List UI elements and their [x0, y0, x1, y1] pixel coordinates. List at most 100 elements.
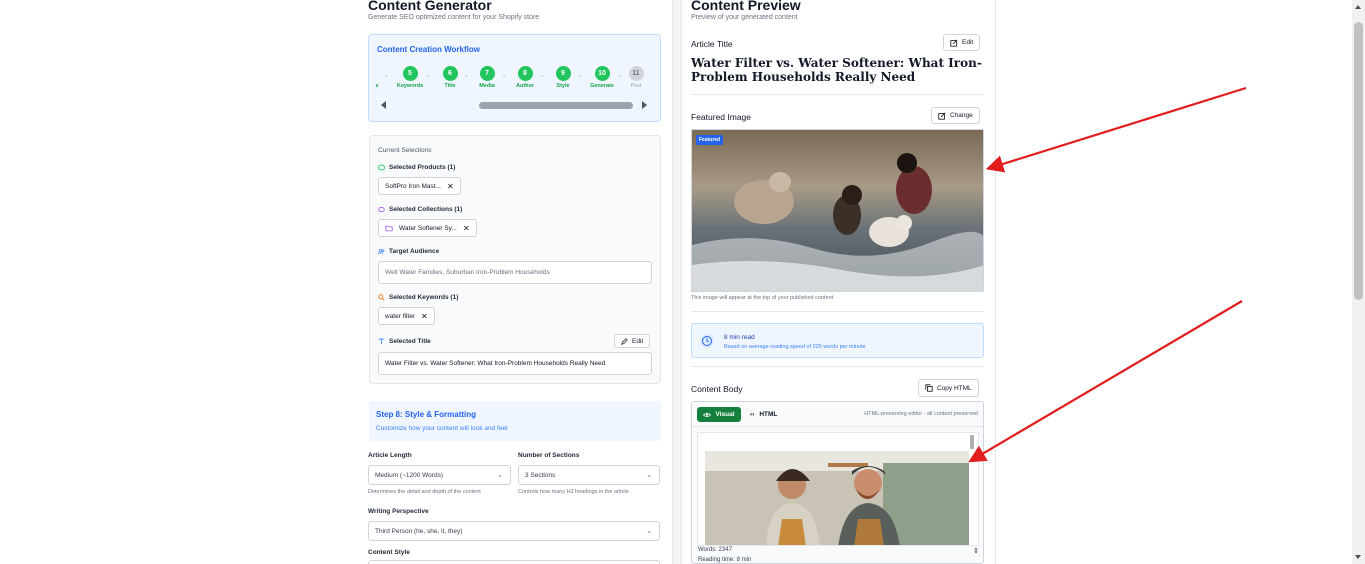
featured-image-label: Featured Image	[691, 112, 752, 122]
package-icon	[378, 164, 385, 171]
workflow-step-post[interactable]: 11 Post	[621, 66, 651, 89]
editor-canvas[interactable]	[697, 432, 979, 546]
content-style-label: Content Style	[368, 549, 410, 556]
workflow-step-media[interactable]: 7 Media	[472, 66, 502, 89]
step8-header: Step 8: Style & Formatting Customize how…	[369, 401, 661, 441]
copy-icon	[925, 384, 933, 392]
content-editor: Visual ‹› HTML HTML-preserving editor - …	[691, 401, 984, 564]
scroll-up-icon[interactable]	[1355, 5, 1361, 9]
edit-title-button[interactable]: Edit	[614, 334, 651, 348]
content-style-select[interactable]	[368, 560, 660, 564]
tab-html[interactable]: ‹› HTML	[750, 407, 777, 422]
featured-badge: Featured	[696, 135, 724, 145]
perspective-select[interactable]: Third Person (he, she, it, they) ⌄	[368, 521, 660, 541]
article-length-select[interactable]: Medium (~1200 Words) ⌄	[368, 465, 511, 485]
chevron-down-icon: ⌄	[497, 472, 503, 479]
workflow-step-style[interactable]: 9 Style	[548, 66, 578, 89]
preview-subtitle: Preview of your generated content	[691, 14, 798, 21]
editor-note: HTML-preserving editor - all content pre…	[864, 411, 978, 417]
remove-product-icon[interactable]: ✕	[447, 182, 454, 191]
article-title: Water Filter vs. Water Softener: What Ir…	[691, 56, 982, 84]
edit-article-title-button[interactable]: Edit	[943, 34, 981, 51]
editor-reading-time: Reading time: 8 min	[698, 557, 752, 563]
resize-stepper-icon[interactable]: ⇕	[973, 547, 979, 555]
featured-image: Featured	[691, 129, 984, 292]
users-icon	[378, 248, 385, 255]
reading-time: 8 min read	[724, 334, 755, 341]
text-icon	[378, 338, 385, 345]
divider	[691, 366, 984, 367]
workflow-scroll-thumb[interactable]	[479, 102, 633, 109]
sections-help: Controls how many H2 headings in the art…	[518, 489, 629, 495]
search-icon	[378, 294, 385, 301]
workflow-step-generate[interactable]: 10 Generate	[587, 66, 617, 89]
remove-keyword-icon[interactable]: ✕	[421, 312, 428, 321]
keyword-chip: water filter ✕	[378, 307, 435, 325]
generator-subtitle: Generate SEO optimized content for your …	[368, 14, 540, 21]
chevron-down-icon: ⌄	[646, 528, 652, 535]
content-body-label: Content Body	[691, 384, 743, 394]
scroll-down-icon[interactable]	[1355, 555, 1361, 559]
perspective-label: Writing Perspective	[368, 508, 429, 515]
target-audience-label: Target Audience	[389, 248, 440, 255]
workflow-panel: Content Creation Workflow s - 5 Keywords…	[368, 34, 661, 122]
change-image-button[interactable]: Change	[931, 107, 980, 124]
product-chip: SoftPro Iron Mast... ✕	[378, 177, 461, 195]
scroll-right-icon[interactable]	[642, 101, 647, 109]
edit-icon	[938, 112, 946, 120]
divider	[691, 94, 984, 95]
word-count: Words: 2347	[698, 547, 732, 553]
collection-icon	[378, 206, 385, 213]
step8-subtitle: Customize how your content will look and…	[376, 425, 508, 432]
divider	[691, 311, 984, 312]
scroll-left-icon[interactable]	[381, 101, 386, 109]
remove-collection-icon[interactable]: ✕	[463, 224, 470, 233]
workflow-title: Content Creation Workflow	[377, 45, 480, 54]
generator-title: Content Generator	[368, 0, 492, 13]
editor-toolbar: Visual ‹› HTML HTML-preserving editor - …	[692, 402, 983, 427]
folder-icon	[385, 225, 393, 231]
target-audience-field[interactable]: Well Water Families, Suburban Iron-Probl…	[378, 261, 652, 284]
workflow-step-title[interactable]: 6 Title	[435, 66, 465, 89]
page-scroll-thumb[interactable]	[1354, 22, 1363, 300]
reading-time-box: 8 min read Based on average reading spee…	[691, 323, 984, 358]
page-scrollbar[interactable]	[1352, 0, 1365, 564]
body-image	[698, 433, 978, 545]
workflow-scrollbar[interactable]	[379, 100, 647, 111]
collection-chip: Water Softener Sy... ✕	[378, 219, 477, 237]
preview-title: Content Preview	[691, 0, 801, 13]
pencil-icon	[621, 337, 628, 345]
selected-title-field[interactable]: Water Filter vs. Water Softener: What Ir…	[378, 352, 652, 375]
content-preview-panel: Content Preview Preview of your generate…	[681, 0, 996, 564]
panel-divider	[673, 0, 681, 564]
eye-icon	[703, 412, 712, 417]
editor-footer: Words: 2347 Reading time: 8 min ⇕	[692, 545, 983, 563]
selections-title: Current Selections	[378, 147, 432, 154]
reading-note: Based on average reading speed of 225 wo…	[724, 344, 866, 350]
article-length-label: Article Length	[368, 452, 412, 459]
tab-visual[interactable]: Visual	[697, 407, 741, 422]
selected-products-label: Selected Products (1)	[389, 164, 456, 171]
content-generator-panel: Content Generator Generate SEO optimized…	[356, 0, 673, 564]
workflow-step-keywords[interactable]: 5 Keywords	[395, 66, 425, 89]
clock-icon	[700, 334, 714, 348]
selected-keywords-label: Selected Keywords (1)	[389, 294, 459, 301]
article-title-label: Article Title	[691, 39, 733, 49]
selected-collections-label: Selected Collections (1)	[389, 206, 463, 213]
edit-icon	[950, 39, 958, 47]
selected-title-label: Selected Title	[389, 338, 431, 345]
article-length-help: Determines the detail and depth of the c…	[368, 489, 481, 495]
featured-photo	[692, 130, 983, 291]
arrow-to-featured-image	[985, 86, 1247, 173]
chevron-down-icon: ⌄	[646, 472, 652, 479]
current-selections: Current Selections Selected Products (1)…	[369, 135, 661, 384]
workflow-step-partial[interactable]: s	[362, 66, 392, 89]
code-icon: ‹›	[750, 411, 755, 418]
sections-select[interactable]: 3 Sections ⌄	[518, 465, 660, 485]
arrow-to-body-image	[968, 300, 1243, 463]
image-note: This image will appear at the top of you…	[691, 295, 834, 301]
step8-title: Step 8: Style & Formatting	[376, 410, 477, 419]
copy-html-button[interactable]: Copy HTML	[918, 379, 979, 397]
sections-label: Number of Sections	[518, 452, 580, 459]
workflow-step-author[interactable]: 8 Author	[510, 66, 540, 89]
